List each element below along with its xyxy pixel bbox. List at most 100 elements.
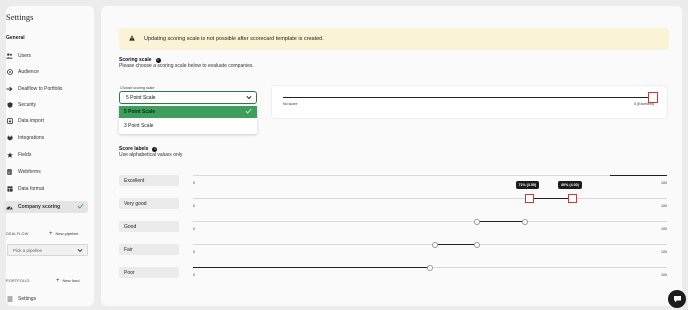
range-knob[interactable]: [427, 264, 433, 271]
scale-track: [283, 97, 653, 99]
new-fund-label: New fund: [62, 278, 80, 283]
sidebar-item-label: Users: [18, 53, 32, 59]
range-knob[interactable]: [431, 241, 438, 248]
check-icon: [77, 203, 84, 211]
sidebar-item-dealflow-to-portfolio[interactable]: Dealflow to Portfolio: [4, 83, 88, 95]
sidebar-item-label: Data format: [18, 186, 45, 192]
plus-icon: +: [49, 231, 53, 237]
sidebar-item-label: Settings: [18, 296, 37, 302]
range-fill-poor: [193, 266, 430, 269]
score-labels-subtitle: Use alphabetical values only: [119, 152, 183, 158]
choose-scale-label: Choose scoring scale: [120, 86, 155, 90]
scale-option-3-point[interactable]: 3 Point Scale: [119, 120, 257, 132]
sidebar-section-general: General: [6, 35, 25, 41]
plug-icon: [6, 135, 13, 142]
scoring-scale-selected: 5 Point Scale: [126, 94, 156, 101]
range-tooltip-high: 80% (4.00): [558, 181, 582, 189]
users-icon: [6, 53, 13, 60]
chevron-down-icon: [246, 95, 252, 102]
score-label-fair[interactable]: Fair: [119, 244, 179, 255]
sidebar-item-label: Integrations: [18, 135, 45, 141]
scoring-scale-select[interactable]: 5 Point Scale: [119, 91, 257, 104]
pipeline-select[interactable]: Pick a pipeline: [7, 244, 88, 256]
sidebar-item-integrations[interactable]: Integrations: [4, 132, 88, 144]
range-max-label: 100: [661, 204, 667, 208]
range-fill-very-good: [529, 197, 573, 200]
sidebar-item-data-format[interactable]: Data format: [4, 183, 88, 195]
range-knob[interactable]: [521, 218, 528, 225]
audience-icon: [6, 69, 13, 76]
shield-icon: [6, 102, 13, 109]
range-min-label: 0: [193, 181, 195, 185]
range-min-label: 0: [193, 227, 195, 231]
sidebar-item-users[interactable]: Users: [4, 50, 88, 62]
sidebar-item-fields[interactable]: Fields: [4, 149, 88, 161]
gauge-icon: [6, 204, 13, 211]
range-knob[interactable]: [474, 241, 481, 248]
range-track-very-good: [193, 198, 667, 200]
menu-icon: [6, 296, 13, 303]
chevron-down-icon: [77, 248, 83, 254]
info-icon[interactable]: i: [155, 57, 161, 63]
sidebar-item-data-import[interactable]: Data import: [4, 115, 88, 127]
range-track-good: [193, 221, 667, 223]
range-track-fair: [193, 244, 667, 246]
check-icon: [245, 108, 252, 116]
scale-option-label: 3 Point Scale: [124, 123, 154, 129]
sidebar-item-label: Fields: [18, 152, 32, 158]
sidebar-item-label: Webforms: [18, 169, 41, 175]
new-pipeline-button[interactable]: + New pipeline: [49, 231, 78, 237]
range-min-label: 0: [193, 273, 195, 277]
dealflow-section-label: DEALFLOW: [6, 232, 29, 236]
new-pipeline-label: New pipeline: [55, 231, 79, 236]
chat-icon: [673, 290, 682, 308]
sidebar-title: Settings: [6, 12, 34, 22]
star-icon: [6, 152, 13, 159]
scoring-scale-dropdown: 5 Point Scale 3 Point Scale: [119, 105, 257, 134]
sidebar-item-label: Data import: [18, 118, 44, 124]
range-max-label: 100: [661, 250, 667, 254]
range-min-label: 0: [193, 204, 195, 208]
warning-banner: Updating scoring scale is not possible a…: [119, 28, 669, 50]
scale-option-5-point[interactable]: 5 Point Scale: [119, 106, 257, 118]
sidebar-item-audience[interactable]: Audience: [4, 66, 88, 78]
document-icon: [6, 169, 13, 176]
scoring-scale-subtitle: Please choose a scoring scale below to e…: [119, 63, 254, 69]
range-max-label: 100: [661, 273, 667, 277]
sidebar-item-label: Dealflow to Portfolio: [18, 86, 63, 92]
new-fund-button[interactable]: + New fund: [56, 278, 79, 284]
sidebar-item-security[interactable]: Security: [4, 99, 88, 111]
score-label-good[interactable]: Good: [119, 221, 179, 232]
scale-min-label: No score: [283, 102, 298, 106]
arrow-right-icon: [6, 86, 13, 93]
score-label-poor[interactable]: Poor: [119, 267, 179, 278]
scale-preview-card: [271, 85, 668, 119]
range-max-label: 100: [661, 227, 667, 231]
import-icon: [6, 118, 13, 125]
range-tooltip-low: 71% (3.55): [515, 181, 540, 189]
range-knob[interactable]: [474, 218, 481, 225]
range-handle-low[interactable]: [525, 194, 535, 203]
plus-icon: +: [56, 278, 60, 284]
range-min-label: 0: [193, 250, 195, 254]
range-fill-fair: [434, 243, 478, 246]
sidebar-item-company-scoring[interactable]: Company scoring: [4, 201, 88, 213]
sidebar-footer-settings[interactable]: Settings: [4, 293, 88, 305]
sidebar-item-label: Security: [18, 102, 37, 108]
warning-icon: [129, 35, 135, 43]
chat-bubble-button[interactable]: [668, 290, 686, 308]
main-panel: [101, 6, 682, 306]
score-label-excellent[interactable]: Excellent: [119, 175, 179, 186]
score-label-very-good[interactable]: Very good: [119, 198, 179, 209]
warning-banner-text: Updating scoring scale is not possible a…: [144, 36, 324, 42]
pipeline-select-placeholder: Pick a pipeline: [13, 247, 43, 253]
portfolio-section-label: PORTFOLIO: [6, 279, 30, 283]
sidebar-item-label: Company scoring: [18, 204, 61, 210]
range-fill-good: [477, 220, 525, 223]
scale-option-label: 5 Point Scale: [124, 109, 156, 115]
range-handle-high[interactable]: [567, 194, 577, 203]
range-track-excellent: [193, 175, 667, 177]
info-icon[interactable]: i: [152, 146, 158, 152]
sidebar-item-webforms[interactable]: Webforms: [4, 166, 88, 178]
sidebar-item-label: Audience: [18, 69, 39, 75]
